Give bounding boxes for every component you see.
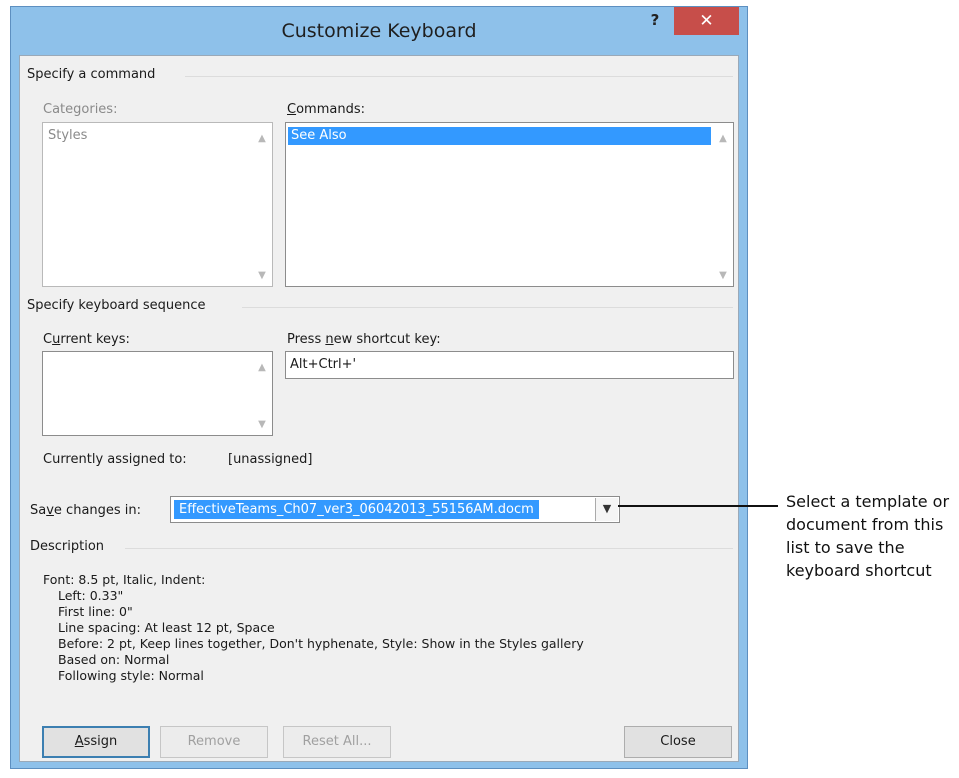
title-bar: Customize Keyboard ? ✕ — [11, 7, 747, 55]
customize-keyboard-dialog: Customize Keyboard ? ✕ Specify a command… — [10, 6, 748, 769]
commands-list[interactable]: See Also ▲ ▼ — [285, 122, 734, 287]
keyboard-sequence-heading: Specify keyboard sequence — [27, 298, 214, 313]
list-item[interactable]: Styles — [45, 127, 250, 145]
description-line: Following style: Normal — [58, 668, 204, 683]
save-changes-selected: EffectiveTeams_Ch07_ver3_06042013_55156A… — [174, 500, 539, 519]
scroll-down-icon[interactable]: ▼ — [717, 270, 729, 281]
current-keys-label: Current keys: — [43, 332, 130, 347]
description-line: Line spacing: At least 12 pt, Space — [58, 620, 275, 635]
scroll-down-icon[interactable]: ▼ — [256, 270, 268, 281]
assign-button[interactable]: Assign — [42, 726, 150, 758]
current-keys-list[interactable]: ▲ ▼ — [42, 351, 273, 436]
commands-label: Commands: — [287, 102, 365, 117]
commands-scrollbar[interactable]: ▲ ▼ — [713, 123, 733, 286]
description-line: First line: 0" — [58, 604, 133, 619]
reset-all-button[interactable]: Reset All... — [283, 726, 391, 758]
chevron-down-icon[interactable]: ▼ — [595, 498, 618, 521]
description-line: Font: 8.5 pt, Italic, Indent: — [43, 572, 206, 587]
categories-label: Categories: — [43, 102, 118, 117]
currently-assigned-label: Currently assigned to: — [43, 452, 187, 467]
scroll-up-icon[interactable]: ▲ — [717, 133, 729, 144]
scroll-up-icon[interactable]: ▲ — [256, 362, 268, 373]
dialog-body: Specify a command Categories: Styles ▲ ▼… — [19, 55, 739, 762]
close-button[interactable]: Close — [624, 726, 732, 758]
scroll-up-icon[interactable]: ▲ — [256, 133, 268, 144]
categories-list[interactable]: Styles ▲ ▼ — [42, 122, 273, 287]
specify-command-heading: Specify a command — [27, 67, 164, 82]
list-item-selected[interactable]: See Also — [288, 127, 711, 145]
close-icon[interactable]: ✕ — [674, 7, 739, 35]
new-shortcut-label: Press new shortcut key: — [287, 332, 441, 347]
divider — [185, 76, 733, 77]
new-shortcut-input[interactable]: Alt+Ctrl+' — [285, 351, 734, 379]
divider — [125, 548, 733, 549]
divider — [242, 307, 733, 308]
callout-annotation: Select a template or document from this … — [786, 492, 950, 580]
currently-assigned-value: [unassigned] — [228, 452, 313, 467]
dialog-title: Customize Keyboard — [281, 20, 477, 42]
callout-line — [618, 505, 778, 507]
scroll-down-icon[interactable]: ▼ — [256, 419, 268, 430]
description-heading: Description — [30, 539, 113, 554]
remove-button[interactable]: Remove — [160, 726, 268, 758]
save-changes-label: Save changes in: — [30, 503, 142, 518]
current-keys-scrollbar[interactable]: ▲ ▼ — [252, 352, 272, 435]
categories-scrollbar[interactable]: ▲ ▼ — [252, 123, 272, 286]
description-line: Left: 0.33" — [58, 588, 124, 603]
description-line: Based on: Normal — [58, 652, 170, 667]
help-button[interactable]: ? — [643, 11, 667, 33]
save-changes-dropdown[interactable]: EffectiveTeams_Ch07_ver3_06042013_55156A… — [170, 496, 620, 523]
description-line: Before: 2 pt, Keep lines together, Don't… — [58, 636, 584, 651]
